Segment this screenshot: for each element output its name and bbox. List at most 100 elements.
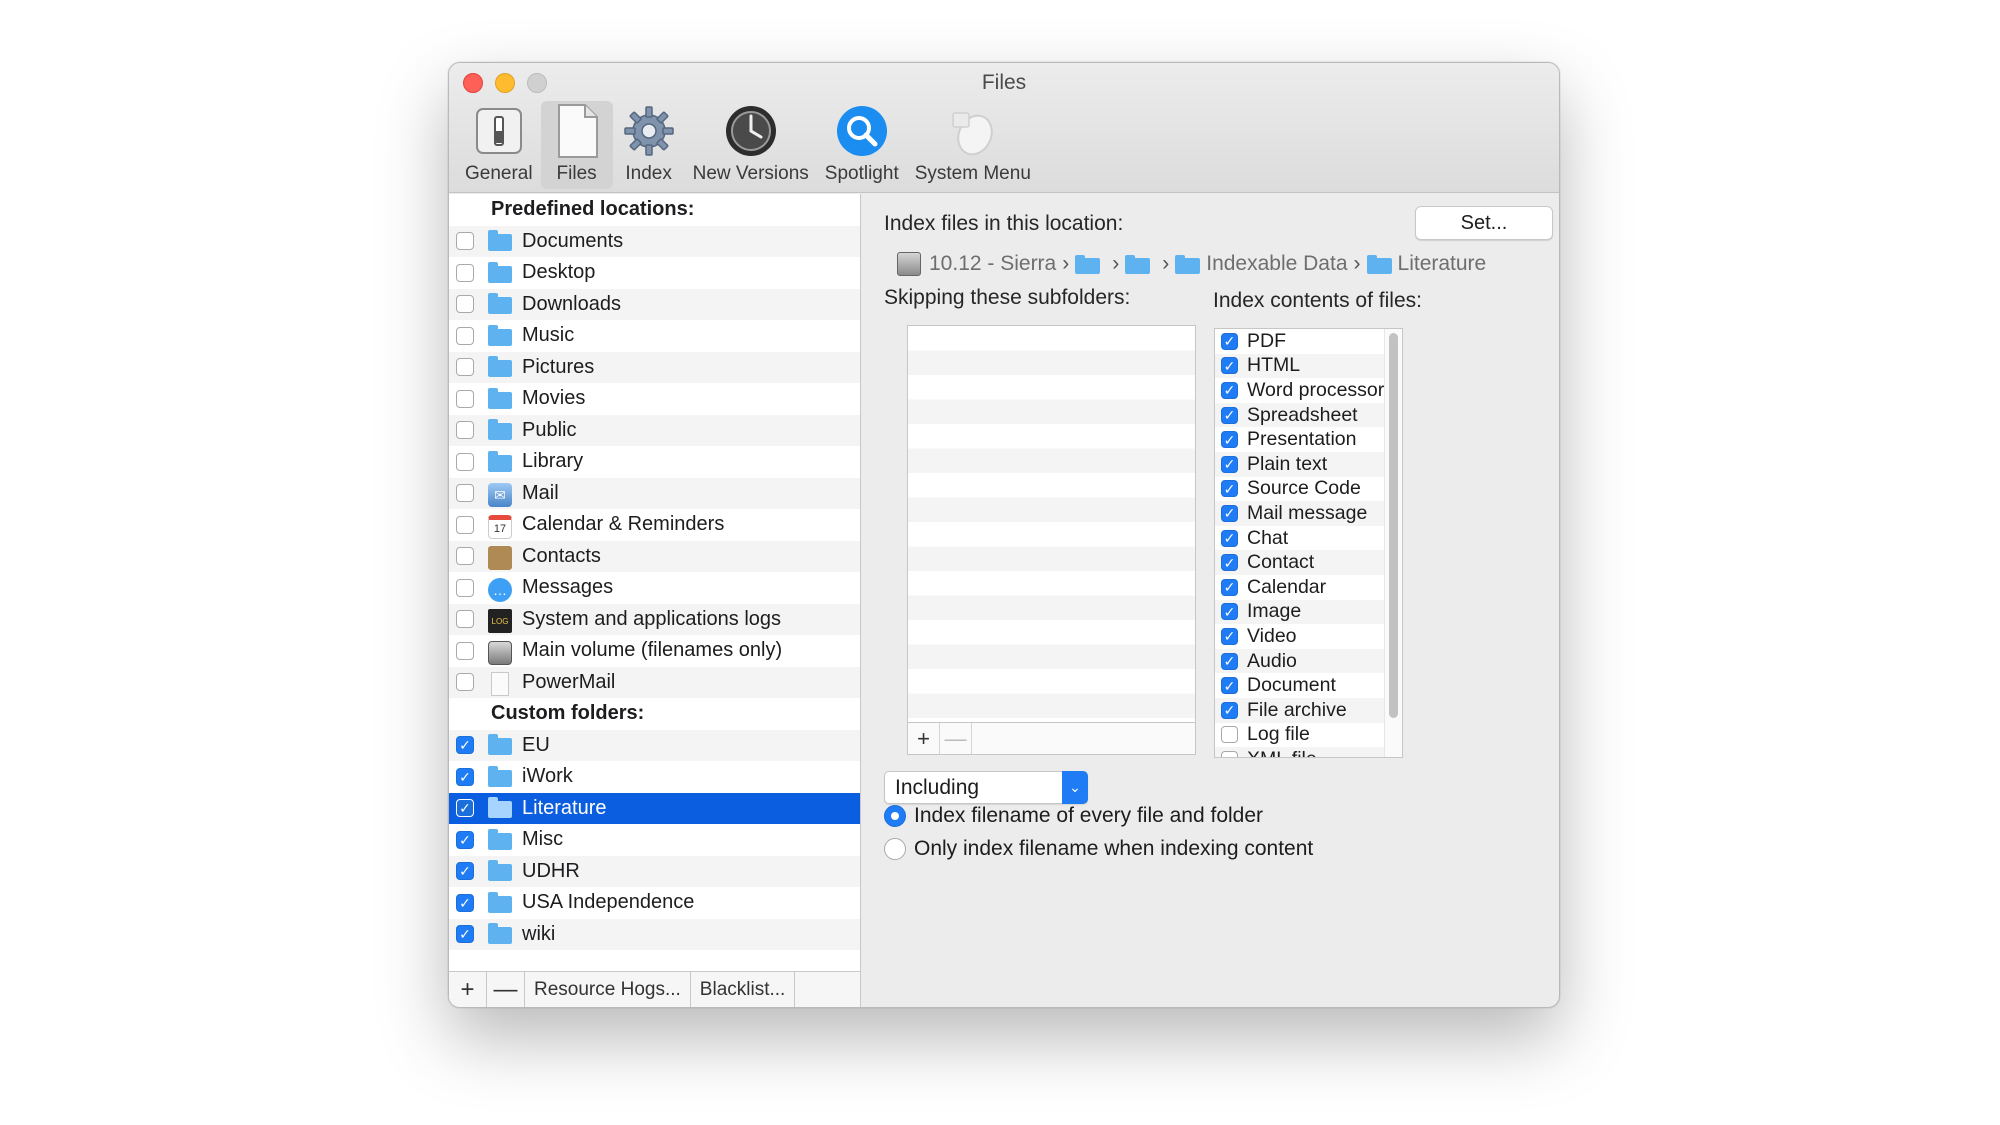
list-item[interactable]: Contacts	[449, 540, 860, 572]
list-item[interactable]: USA Independence	[449, 887, 860, 919]
blacklist-button[interactable]: Blacklist...	[690, 972, 796, 1007]
location-checkbox[interactable]	[456, 421, 474, 440]
list-item[interactable]: UDHR	[449, 855, 860, 887]
file-type-checkbox[interactable]	[1221, 357, 1238, 375]
location-checkbox[interactable]	[456, 326, 474, 345]
file-type-checkbox[interactable]	[1221, 381, 1238, 399]
tab-new-versions[interactable]: New Versions	[685, 101, 817, 189]
add-location-button[interactable]: +	[449, 972, 487, 1007]
location-checkbox[interactable]	[456, 389, 474, 408]
location-checkbox[interactable]	[456, 515, 474, 534]
path-segment[interactable]: 10.12 - Sierra	[897, 252, 1056, 276]
list-item[interactable]: Desktop	[449, 257, 860, 289]
list-item[interactable]: Movies	[449, 383, 860, 415]
file-type-checkbox[interactable]	[1221, 652, 1238, 670]
list-item[interactable]: LOG System and applications logs	[449, 603, 860, 635]
list-item[interactable]: PDF	[1215, 329, 1385, 354]
radio-button[interactable]	[884, 838, 906, 860]
list-item-selected[interactable]: Literature	[449, 792, 860, 824]
list-item[interactable]: Image	[1215, 599, 1385, 625]
list-item[interactable]: Library	[449, 446, 860, 478]
list-item[interactable]: Chat	[1215, 525, 1385, 551]
file-type-checkbox[interactable]	[1221, 750, 1238, 757]
file-type-checkbox[interactable]	[1221, 677, 1238, 695]
add-subfolder-button[interactable]: +	[908, 723, 940, 754]
file-type-checkbox[interactable]	[1221, 578, 1238, 596]
file-type-checkbox[interactable]	[1221, 406, 1238, 424]
list-item[interactable]: EU	[449, 729, 860, 761]
location-checkbox[interactable]	[456, 610, 474, 629]
remove-location-button[interactable]: —	[487, 972, 525, 1007]
list-item[interactable]: File archive	[1215, 697, 1385, 723]
location-checkbox[interactable]	[456, 358, 474, 377]
set-location-button[interactable]: Set...	[1415, 206, 1553, 240]
location-checkbox[interactable]	[456, 862, 474, 881]
path-segment[interactable]: Indexable Data	[1175, 252, 1348, 276]
location-checkbox[interactable]	[456, 893, 474, 912]
file-type-checkbox[interactable]	[1221, 726, 1238, 744]
list-item[interactable]: … Messages	[449, 572, 860, 604]
list-item[interactable]: Main volume (filenames only)	[449, 635, 860, 667]
tab-general[interactable]: General	[457, 101, 541, 189]
skipped-subfolders-list[interactable]: + —	[907, 325, 1196, 755]
list-item[interactable]: Presentation	[1215, 427, 1385, 452]
path-segment[interactable]	[1075, 254, 1106, 274]
list-item[interactable]: XML file	[1215, 747, 1385, 757]
location-checkbox[interactable]	[456, 673, 474, 692]
location-checkbox[interactable]	[456, 232, 474, 251]
index-filename-with-content-option[interactable]: Only index filename when indexing conten…	[884, 837, 1313, 861]
radio-button[interactable]	[884, 805, 906, 827]
list-item[interactable]: Documents	[449, 225, 860, 257]
list-item[interactable]: Misc	[449, 824, 860, 856]
file-type-checkbox[interactable]	[1221, 627, 1238, 645]
path-segment[interactable]: Literature	[1366, 252, 1486, 276]
remove-subfolder-button[interactable]: —	[940, 723, 972, 754]
list-item[interactable]: Spreadsheet	[1215, 402, 1385, 428]
list-item[interactable]: Downloads	[449, 288, 860, 320]
list-item[interactable]: Source Code	[1215, 476, 1385, 502]
list-item[interactable]: Pictures	[449, 351, 860, 383]
file-type-checkbox[interactable]	[1221, 554, 1238, 572]
location-checkbox[interactable]	[456, 925, 474, 944]
resource-hogs-button[interactable]: Resource Hogs...	[525, 972, 691, 1007]
location-checkbox[interactable]	[456, 484, 474, 503]
index-every-filename-option[interactable]: Index filename of every file and folder	[884, 804, 1263, 828]
file-type-checkbox[interactable]	[1221, 431, 1238, 449]
list-item[interactable]: iWork	[449, 761, 860, 793]
list-item[interactable]: Video	[1215, 624, 1385, 649]
scroll-thumb[interactable]	[1389, 333, 1398, 718]
location-checkbox[interactable]	[456, 547, 474, 566]
file-type-checkbox[interactable]	[1221, 603, 1238, 621]
filter-mode-select[interactable]: Including ⌄	[884, 771, 1088, 804]
list-item[interactable]: Log file	[1215, 722, 1385, 748]
location-checkbox[interactable]	[456, 767, 474, 786]
list-item[interactable]: 17 Calendar & Reminders	[449, 509, 860, 541]
location-checkbox[interactable]	[456, 452, 474, 471]
list-item[interactable]: Word processor	[1215, 378, 1385, 403]
location-checkbox[interactable]	[456, 578, 474, 597]
list-item[interactable]: Plain text	[1215, 451, 1385, 477]
file-type-checkbox[interactable]	[1221, 529, 1238, 547]
location-checkbox[interactable]	[456, 263, 474, 282]
file-type-checkbox[interactable]	[1221, 504, 1238, 522]
location-checkbox[interactable]	[456, 736, 474, 755]
tab-system-menu[interactable]: System Menu	[907, 101, 1039, 189]
location-checkbox[interactable]	[456, 799, 474, 818]
file-type-checkbox[interactable]	[1221, 701, 1238, 719]
tab-files[interactable]: Files	[540, 101, 613, 189]
list-item[interactable]: Calendar	[1215, 574, 1385, 600]
file-type-checkbox[interactable]	[1221, 332, 1238, 350]
list-item[interactable]: ✉ Mail	[449, 477, 860, 509]
list-item[interactable]: PowerMail	[449, 666, 860, 698]
file-types-list[interactable]: PDF HTML Word processor Spreadsheet Pres…	[1214, 328, 1403, 758]
list-item[interactable]: Mail message	[1215, 501, 1385, 526]
list-item[interactable]: Contact	[1215, 550, 1385, 575]
list-item[interactable]: HTML	[1215, 353, 1385, 379]
path-segment[interactable]	[1125, 254, 1156, 274]
location-checkbox[interactable]	[456, 830, 474, 849]
tab-index[interactable]: Index	[613, 101, 685, 189]
tab-spotlight[interactable]: Spotlight	[817, 101, 907, 189]
list-item[interactable]: wiki	[449, 918, 860, 950]
file-type-checkbox[interactable]	[1221, 480, 1238, 498]
list-item[interactable]: Document	[1215, 673, 1385, 698]
